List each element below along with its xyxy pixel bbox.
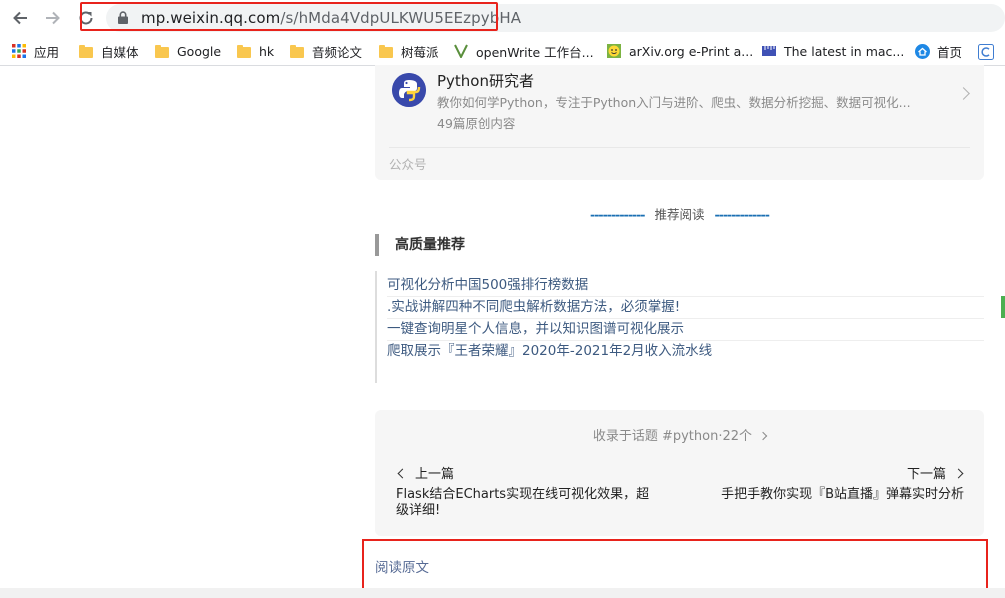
recommend-title: 推荐阅读 xyxy=(654,207,705,222)
list-item[interactable]: .实战讲解四种不同爬虫解析数据方法，必须掌握! xyxy=(387,297,984,319)
scroll-position-marker xyxy=(1001,296,1005,318)
prev-title-line2: 级详细! xyxy=(396,503,441,518)
prev-label: 上一篇 xyxy=(415,467,455,482)
heading-dash-right: ------------- xyxy=(714,207,769,222)
next-article-title[interactable]: 手把手教你实现『B站直播』弹幕实时分析 xyxy=(718,487,964,503)
back-arrow-icon[interactable] xyxy=(9,7,31,29)
bookmark-label: The latest in mac... xyxy=(784,43,905,59)
prev-article-label[interactable]: 上一篇 xyxy=(397,463,455,482)
bookmark-apps[interactable]: 应用 xyxy=(12,42,59,60)
prev-article-title[interactable]: Flask结合ECharts实现在线可视化效果，超 级详细! xyxy=(396,487,686,519)
bookmark-label: 首页 xyxy=(937,44,963,60)
prev-title-line1: Flask结合ECharts实现在线可视化效果，超 xyxy=(396,487,650,502)
url-host: mp.weixin.qq.com xyxy=(141,9,281,27)
account-description: 教你如何学Python，专注于Python入门与进阶、爬虫、数据分析挖掘、数据可… xyxy=(437,95,911,110)
folder-icon xyxy=(290,44,304,58)
bookmark-the-latest[interactable]: The latest in mac... xyxy=(762,42,904,60)
read-original-link[interactable]: 阅读原文 xyxy=(375,556,429,576)
bookmarks-bar: 应用 自媒体 Google hk 音频论文 树莓派 openWrite 工作台.… xyxy=(0,36,1005,66)
bookmark-label: arXiv.org e-Print a... xyxy=(629,43,754,59)
bookmark-openwrite[interactable]: openWrite 工作台... xyxy=(454,42,594,60)
bookmark-folder-google[interactable]: Google xyxy=(155,42,221,60)
bookmark-label: 树莓派 xyxy=(401,44,439,60)
bottom-bar xyxy=(0,588,1005,598)
recommend-heading: ------------- 推荐阅读 ------------- xyxy=(375,204,984,223)
browser-toolbar: mp.weixin.qq.com/s/hMda4VdpULKWU5EEzpybH… xyxy=(0,0,1005,36)
bookmark-folder-raspberry-pi[interactable]: 树莓派 xyxy=(379,42,439,60)
bookmark-label: 自媒体 xyxy=(101,44,139,60)
chevron-right-icon xyxy=(957,87,970,100)
arxiv-smiley-icon xyxy=(607,44,621,58)
bookmark-label: 音频论文 xyxy=(312,44,363,60)
account-avatar xyxy=(392,73,426,107)
account-card[interactable]: Python研究者 教你如何学Python，专注于Python入门与进阶、爬虫、… xyxy=(375,65,984,180)
folder-icon xyxy=(379,44,393,58)
bookmark-folder-media[interactable]: 自媒体 xyxy=(79,42,139,60)
topic-collection-link[interactable]: 收录于话题 #python·22个 xyxy=(375,425,984,444)
read-original-highlight-box xyxy=(362,539,988,594)
folder-icon xyxy=(155,44,169,58)
section-title: 高质量推荐 xyxy=(375,234,465,256)
bookmark-folder-hk[interactable]: hk xyxy=(237,42,274,60)
list-item[interactable]: 爬取展示『王者荣耀』2020年-2021年2月收入流水线 xyxy=(387,341,984,363)
account-original-count: 49篇原创内容 xyxy=(437,116,516,131)
home-badge-icon xyxy=(915,44,930,59)
bookmark-label: openWrite 工作台... xyxy=(476,44,594,60)
ruler-icon xyxy=(762,44,776,58)
c-letter-icon xyxy=(978,44,994,60)
openwrite-icon xyxy=(454,44,468,60)
python-logo-icon xyxy=(392,73,426,107)
lock-icon xyxy=(118,11,128,24)
folder-icon xyxy=(237,44,251,58)
chevron-right-icon xyxy=(953,468,964,479)
account-name: Python研究者 xyxy=(437,72,534,90)
account-type-label: 公众号 xyxy=(389,157,427,172)
list-item[interactable]: 可视化分析中国500强排行榜数据 xyxy=(387,275,984,297)
url-path: /s/hMda4VdpULKWU5EEzpybHA xyxy=(280,9,522,27)
reload-icon[interactable] xyxy=(75,7,97,29)
bookmark-label: Google xyxy=(177,43,222,59)
apps-grid-icon xyxy=(12,44,26,58)
folder-icon xyxy=(79,44,93,58)
recommend-list: 可视化分析中国500强排行榜数据 .实战讲解四种不同爬虫解析数据方法，必须掌握!… xyxy=(375,271,984,383)
bookmark-arxiv[interactable]: arXiv.org e-Print a... xyxy=(607,42,753,60)
address-bar[interactable]: mp.weixin.qq.com/s/hMda4VdpULKWU5EEzpybH… xyxy=(106,4,1005,32)
chevron-right-icon xyxy=(758,431,768,441)
topic-card: 收录于话题 #python·22个 上一篇 Flask结合ECharts实现在线… xyxy=(375,410,984,536)
list-item[interactable]: 一键查询明星个人信息，并以知识图谱可视化展示 xyxy=(387,319,984,341)
bookmark-overflow-c[interactable] xyxy=(978,42,1000,60)
chevron-left-icon xyxy=(397,468,408,479)
topic-collection-label: 收录于话题 #python·22个 xyxy=(592,429,753,444)
divider xyxy=(389,147,970,148)
url-text[interactable]: mp.weixin.qq.com/s/hMda4VdpULKWU5EEzpybH… xyxy=(141,9,521,27)
bookmark-folder-audio-papers[interactable]: 音频论文 xyxy=(290,42,362,60)
bookmark-label: 应用 xyxy=(34,44,60,60)
bookmark-home[interactable]: 首页 xyxy=(915,42,962,60)
bookmark-label: hk xyxy=(259,43,275,59)
next-article-label[interactable]: 下一篇 xyxy=(907,463,964,482)
heading-dash-left: ------------- xyxy=(590,207,645,222)
forward-arrow-icon[interactable] xyxy=(42,7,64,29)
article-page: Python研究者 教你如何学Python，专注于Python入门与进阶、爬虫、… xyxy=(0,65,1005,598)
next-label: 下一篇 xyxy=(907,467,947,482)
